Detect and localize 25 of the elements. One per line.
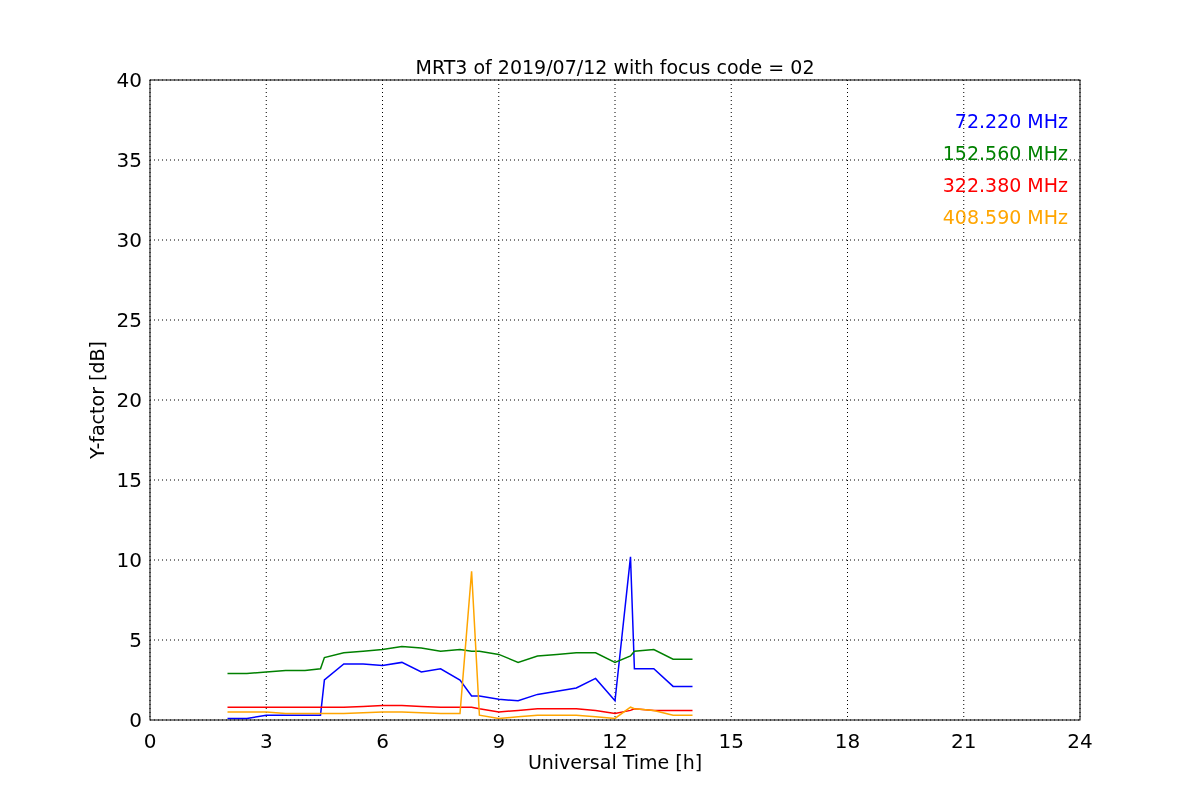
y-tick-label: 25 bbox=[116, 308, 142, 332]
legend-label: 322.380 MHz bbox=[942, 174, 1068, 196]
legend-label: 152.560 MHz bbox=[942, 142, 1068, 164]
legend-label: 72.220 MHz bbox=[954, 110, 1068, 132]
x-tick-label: 9 bbox=[492, 729, 506, 753]
x-tick-label: 18 bbox=[834, 729, 861, 753]
x-tick-label: 0 bbox=[143, 729, 157, 753]
x-axis-label: Universal Time [h] bbox=[527, 751, 703, 773]
x-tick-label: 12 bbox=[602, 729, 628, 753]
y-tick-label: 5 bbox=[129, 628, 142, 652]
y-tick-label: 0 bbox=[129, 708, 142, 732]
x-tick-label: 21 bbox=[951, 729, 977, 753]
y-tick-label: 40 bbox=[116, 68, 142, 92]
y-tick-label: 10 bbox=[116, 548, 142, 572]
x-tick-label: 24 bbox=[1067, 729, 1093, 753]
x-tick-label: 6 bbox=[376, 729, 389, 753]
x-tick-label: 15 bbox=[718, 729, 744, 753]
y-tick-label: 20 bbox=[116, 388, 142, 412]
chart-title: MRT3 of 2019/07/12 with focus code = 02 bbox=[415, 56, 815, 78]
y-axis-label: Y-factor [dB] bbox=[86, 341, 108, 459]
y-tick-label: 15 bbox=[116, 468, 142, 492]
y-tick-label: 30 bbox=[116, 228, 142, 252]
y-tick-label: 35 bbox=[116, 148, 142, 172]
legend-label: 408.590 MHz bbox=[942, 206, 1068, 228]
x-tick-label: 3 bbox=[259, 729, 273, 753]
